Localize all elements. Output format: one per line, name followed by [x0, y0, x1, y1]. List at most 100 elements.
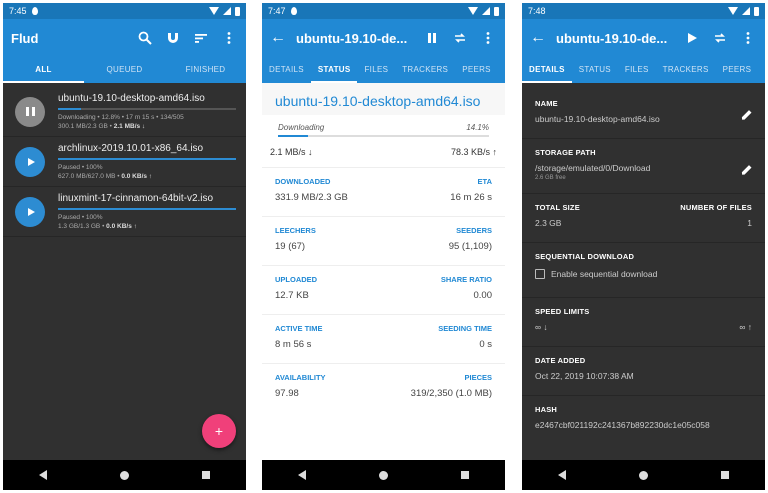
phone-torrent-list: 7:45 Flud ALL QUEUED FINISHED ubuntu-19.…: [3, 3, 246, 490]
torrent-name: ubuntu-19.10-desktop-amd64.iso: [58, 92, 205, 104]
resume-button[interactable]: [15, 196, 45, 227]
download-percent: 14.1%: [466, 123, 489, 132]
download-progress: [278, 135, 489, 137]
stat-block: LEECHERS SEEDERS 19 (67) 95 (1,109): [262, 217, 505, 266]
date-added-label: DATE ADDED: [535, 356, 586, 365]
play-icon[interactable]: [683, 29, 701, 47]
status-bar: 7:45: [3, 3, 246, 19]
speed-limits-section[interactable]: SPEED LIMITS ∞ ↓ ∞ ↑: [522, 298, 765, 347]
stat-block: UPLOADED SHARE RATIO 12.7 KB 0.00: [262, 266, 505, 315]
nav-recents-icon[interactable]: [460, 471, 469, 479]
signal-icon: [482, 7, 490, 15]
torrent-transfer: 1.3 GB/1.3 GB • 0.0 KB/s ↑: [58, 222, 137, 230]
storage-section: STORAGE PATH /storage/emulated/0/Downloa…: [522, 139, 765, 194]
battery-icon: [494, 6, 499, 16]
storage-label: STORAGE PATH: [535, 148, 596, 157]
status-time: 7:47: [268, 6, 286, 16]
torrent-speed: 0.0 KB/s ↑: [106, 222, 137, 230]
battery-icon: [754, 6, 759, 16]
tab-all[interactable]: ALL: [3, 57, 84, 83]
hash-value: e2467cbf021192c241367b892230dc1e05c058: [535, 420, 710, 430]
play-icon: [27, 207, 35, 216]
recheck-icon[interactable]: [711, 29, 729, 47]
torrent-name: ubuntu-19.10-desktop-amd64.iso: [275, 93, 481, 109]
torrent-status: Paused • 100%: [58, 163, 103, 171]
stat-value: 319/2,350 (1.0 MB): [410, 388, 492, 399]
status-time: 7:45: [9, 6, 27, 16]
drop-icon: [290, 7, 297, 15]
stat-value: 331.9 MB/2.3 GB: [275, 192, 348, 203]
tab-trackers[interactable]: TRACKERS: [395, 57, 455, 83]
tab-finished[interactable]: FINISHED: [165, 57, 246, 83]
sequential-section: SEQUENTIAL DOWNLOAD Enable sequential do…: [522, 243, 765, 298]
add-torrent-button[interactable]: +: [202, 414, 236, 448]
recheck-icon[interactable]: [451, 29, 469, 47]
battery-icon: [235, 6, 240, 16]
tab-files[interactable]: FILES: [357, 57, 395, 83]
torrent-item[interactable]: archlinux-2019.10.01-x86_64.iso Paused •…: [3, 137, 246, 187]
checkbox-icon[interactable]: [535, 269, 545, 279]
tab-trackers[interactable]: TRACKERS: [656, 57, 716, 83]
app-bar: ← ubuntu-19.10-de...: [522, 19, 765, 57]
size-value: 2.3 GB: [535, 218, 562, 228]
hash-section: HASH e2467cbf021192c241367b892230dc1e05c…: [522, 396, 765, 430]
stat-label: ACTIVE TIME: [275, 324, 323, 333]
play-icon: [27, 157, 35, 166]
tab-status[interactable]: STATUS: [572, 57, 618, 83]
nav-back-icon[interactable]: [298, 470, 307, 480]
status-bar: 7:48: [522, 3, 765, 19]
wifi-icon: [468, 7, 478, 15]
search-icon[interactable]: [136, 29, 154, 47]
overflow-menu-icon[interactable]: [479, 29, 497, 47]
stat-value: 19 (67): [275, 241, 306, 252]
nav-recents-icon[interactable]: [720, 471, 729, 479]
stat-value: 0 s: [479, 339, 492, 350]
nav-home-icon[interactable]: [378, 470, 388, 480]
sort-icon[interactable]: [192, 29, 210, 47]
tab-peers[interactable]: PEERS: [455, 57, 498, 83]
resume-button[interactable]: [15, 146, 45, 177]
nav-home-icon[interactable]: [119, 470, 129, 480]
system-nav-bar: [3, 460, 246, 490]
pause-button[interactable]: [15, 96, 45, 127]
nav-back-icon[interactable]: [558, 470, 567, 480]
download-limit: ∞ ↓: [535, 322, 548, 332]
sequential-checkbox[interactable]: Enable sequential download: [535, 269, 752, 279]
overflow-menu-icon[interactable]: [739, 29, 757, 47]
nav-back-icon[interactable]: [39, 470, 48, 480]
stat-block: ACTIVE TIME SEEDING TIME 8 m 56 s 0 s: [262, 315, 505, 364]
nav-home-icon[interactable]: [638, 470, 648, 480]
drop-icon: [31, 7, 38, 15]
files-count-value: 1: [747, 218, 752, 228]
tab-details[interactable]: DETAILS: [262, 57, 311, 83]
size-label: TOTAL SIZE: [535, 203, 580, 212]
tab-queued[interactable]: QUEUED: [84, 57, 165, 83]
stat-value: 0.00: [473, 290, 493, 301]
edit-name-icon[interactable]: [741, 108, 753, 120]
magnet-icon[interactable]: [164, 29, 182, 47]
status-time: 7:48: [528, 6, 546, 16]
torrent-title: ubuntu-19.10-de...: [556, 30, 668, 46]
wifi-icon: [209, 7, 219, 15]
stat-block: DOWNLOADED ETA 331.9 MB/2.3 GB 16 m 26 s: [262, 168, 505, 217]
download-state: Downloading: [278, 123, 325, 132]
torrent-item[interactable]: ubuntu-19.10-desktop-amd64.iso Downloadi…: [3, 87, 246, 137]
edit-storage-icon[interactable]: [741, 164, 753, 176]
torrent-speed: 0.0 KB/s ↑: [121, 172, 153, 180]
date-added-value: Oct 22, 2019 10:07:38 AM: [535, 371, 634, 381]
back-arrow-icon[interactable]: ←: [530, 29, 546, 47]
overflow-menu-icon[interactable]: [220, 29, 238, 47]
torrent-transfer: 627.0 MB/627.0 MB • 0.0 KB/s ↑: [58, 172, 153, 180]
tab-peers[interactable]: PEERS: [716, 57, 759, 83]
tab-details[interactable]: DETAILS: [522, 57, 572, 83]
nav-recents-icon[interactable]: [201, 471, 210, 479]
torrent-name: archlinux-2019.10.01-x86_64.iso: [58, 142, 204, 154]
download-speed: 2.1 MB/s ↓: [270, 147, 313, 157]
torrent-item[interactable]: linuxmint-17-cinnamon-64bit-v2.iso Pause…: [3, 187, 246, 237]
tab-files[interactable]: FILES: [618, 57, 656, 83]
pause-icon[interactable]: [423, 29, 441, 47]
upload-limit: ∞ ↑: [739, 322, 752, 332]
signal-icon: [223, 7, 231, 15]
tab-status[interactable]: STATUS: [310, 57, 358, 83]
back-arrow-icon[interactable]: ←: [270, 29, 286, 47]
